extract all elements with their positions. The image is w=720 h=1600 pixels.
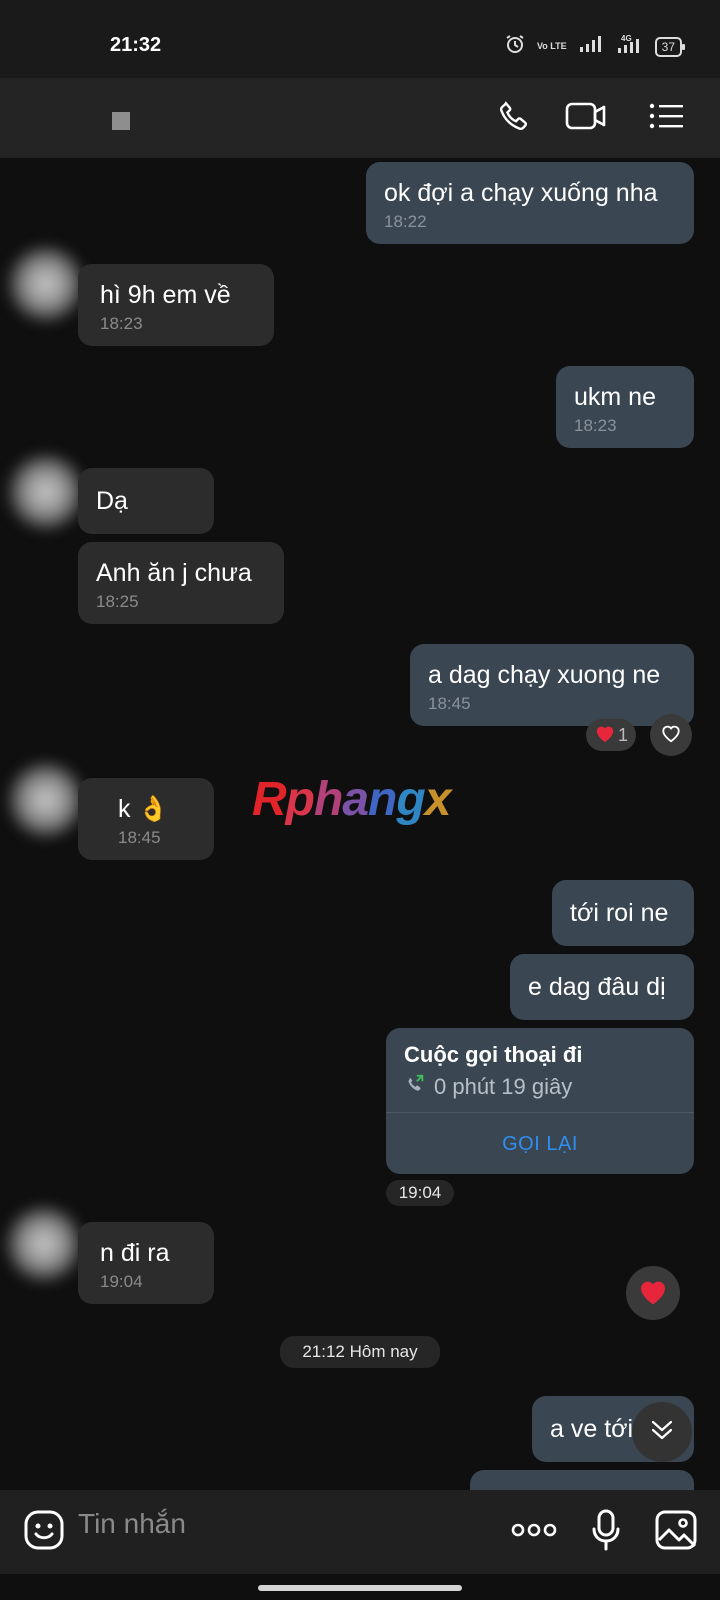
double-chevron-down-icon: [649, 1418, 675, 1447]
status-bar: 21:32 Vo LTE 4G 37: [0, 0, 720, 78]
message-text: ok đợi a chạy xuống nha: [384, 179, 658, 207]
sticker-face-icon: [23, 1509, 65, 1556]
chat-header: [0, 78, 720, 158]
message-text: k 👌: [118, 795, 169, 823]
heart-icon: [594, 723, 616, 748]
svg-text:4G: 4G: [621, 34, 632, 43]
message-bubble-incoming[interactable]: n đi ra 19:04: [78, 1222, 214, 1304]
message-text: tới roi ne: [570, 899, 669, 927]
battery-indicator: 37: [654, 36, 686, 57]
reaction-summary[interactable]: 1: [586, 719, 637, 751]
chat-menu-button[interactable]: [646, 98, 686, 138]
sender-avatar[interactable]: [4, 1204, 84, 1284]
message-text: a dag chạy xuong ne: [428, 661, 661, 689]
message-bubble-outgoing[interactable]: tới roi ne: [552, 880, 694, 946]
call-duration-row: 0 phút 19 giây: [404, 1073, 572, 1101]
message-input[interactable]: Tin nhắn: [78, 1508, 186, 1540]
message-text: Dạ: [96, 487, 128, 515]
message-text: hì 9h em về: [100, 281, 231, 309]
message-bubble-outgoing[interactable]: a dag chạy xuong ne 18:45: [410, 644, 694, 726]
message-bubble-incoming[interactable]: hì 9h em về 18:23: [78, 264, 274, 346]
heart-outline-icon: [660, 723, 682, 748]
call-duration: 0 phút 19 giây: [434, 1074, 573, 1099]
heart-icon: [637, 1276, 669, 1311]
home-indicator[interactable]: [258, 1585, 462, 1591]
signal-4g-icon: 4G: [615, 34, 643, 59]
volte-label: Vo LTE: [536, 41, 567, 51]
alarm-icon: [505, 34, 525, 59]
signal-icon: [579, 35, 603, 58]
message-time: 18:45: [428, 694, 471, 713]
message-bubble-outgoing[interactable]: e dag đâu dị: [510, 954, 694, 1020]
call-back-button[interactable]: GỌI LẠI: [386, 1114, 694, 1174]
message-bubble-incoming[interactable]: k 👌 18:45: [78, 778, 214, 860]
message-bubble-outgoing[interactable]: ok đợi a chạy xuống nha 18:22: [366, 162, 694, 244]
message-bubble-incoming[interactable]: Dạ: [78, 468, 214, 534]
watermark-logo: Rphangx: [252, 773, 451, 826]
message-bubble-incoming[interactable]: Anh ăn j chưa 18:25: [78, 542, 284, 624]
image-icon: [655, 1510, 697, 1555]
reaction-count: 1: [618, 724, 629, 745]
phone-icon: [496, 98, 532, 139]
message-time: 19:04: [100, 1272, 143, 1291]
scroll-to-bottom-button[interactable]: [632, 1402, 692, 1462]
contact-avatar[interactable]: [112, 112, 130, 130]
quick-reaction-button[interactable]: [626, 1266, 680, 1320]
react-button[interactable]: [650, 714, 692, 756]
more-options-button[interactable]: [510, 1508, 558, 1556]
message-time: 18:22: [384, 212, 427, 231]
video-camera-icon: [565, 100, 607, 137]
message-time: 18:23: [100, 314, 143, 333]
call-title: Cuộc gọi thoại đi: [404, 1042, 583, 1067]
status-icons: Vo LTE 4G 37: [505, 34, 686, 59]
status-time: 21:32: [110, 34, 162, 56]
call-time-badge: 19:04: [386, 1180, 454, 1206]
microphone-icon: [591, 1509, 621, 1556]
message-time: 18:23: [574, 416, 617, 435]
voice-call-button[interactable]: [494, 98, 534, 138]
message-time: 18:25: [96, 592, 139, 611]
message-text: ukm ne: [574, 383, 656, 411]
sender-avatar[interactable]: [6, 452, 86, 532]
voice-record-button[interactable]: [582, 1508, 630, 1556]
message-bubble-outgoing[interactable]: ukm ne 18:23: [556, 366, 694, 448]
more-dots-icon: [511, 1523, 557, 1542]
sticker-button[interactable]: [20, 1508, 68, 1556]
card-divider: [386, 1112, 694, 1113]
gallery-button[interactable]: [652, 1508, 700, 1556]
call-log-card[interactable]: Cuộc gọi thoại đi 0 phút 19 giây GỌI LẠI: [386, 1028, 694, 1174]
date-divider: 21:12 Hôm nay: [280, 1336, 440, 1368]
message-text: Anh ăn j chưa: [96, 559, 252, 587]
message-text: n đi ra: [100, 1239, 170, 1267]
sender-avatar[interactable]: [6, 244, 86, 324]
video-call-button[interactable]: [565, 98, 607, 138]
sender-avatar[interactable]: [6, 760, 86, 840]
message-time: 18:45: [118, 828, 161, 847]
list-menu-icon: [648, 102, 684, 135]
message-text: e dag đâu dị: [528, 973, 666, 1001]
outgoing-call-icon: [404, 1073, 426, 1101]
